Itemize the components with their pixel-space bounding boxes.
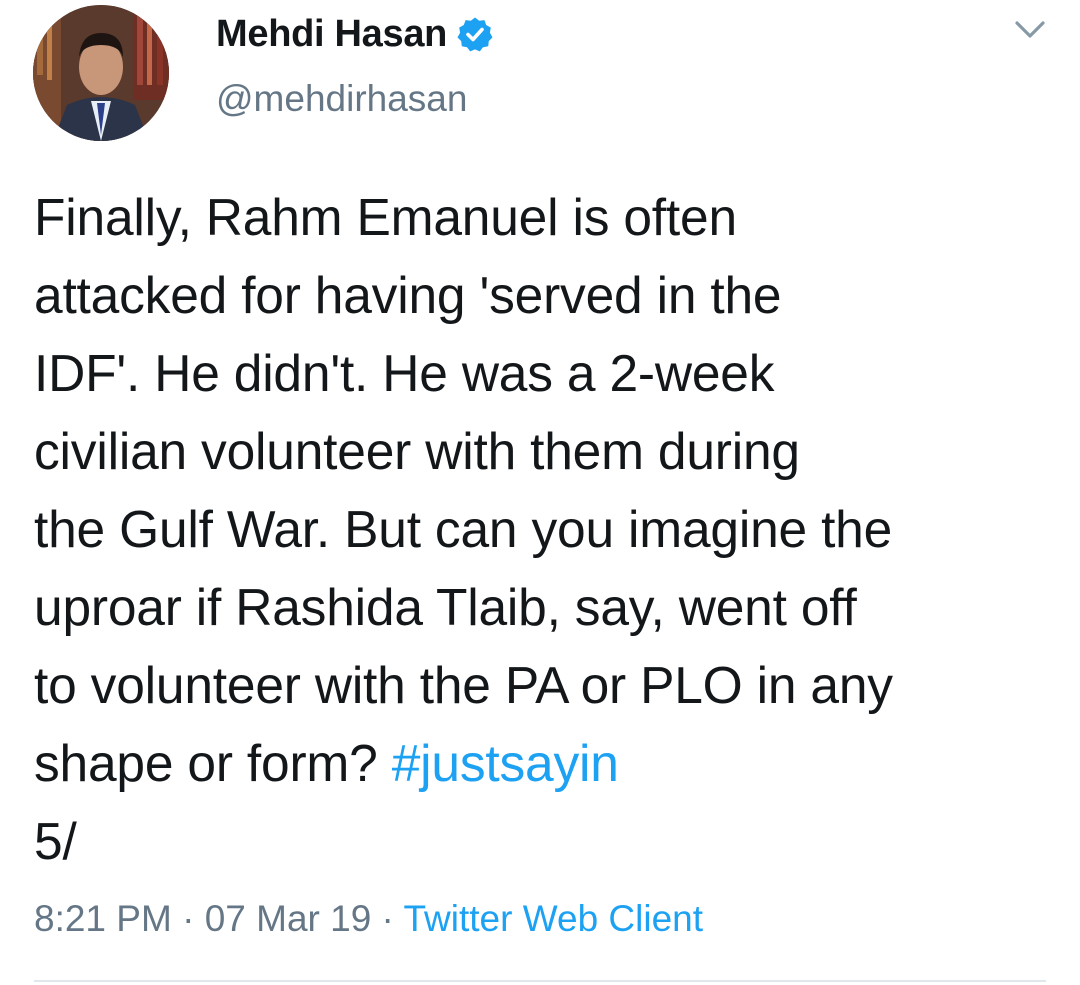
tweet-line-last: shape or form? #justsayin <box>34 724 1064 802</box>
tweet-line: to volunteer with the PA or PLO in any <box>34 656 893 714</box>
meta-separator: · <box>371 898 404 939</box>
tweet-time[interactable]: 8:21 PM <box>34 898 172 939</box>
avatar[interactable] <box>33 5 169 141</box>
tweet-line: the Gulf War. But can you imagine the <box>34 500 893 558</box>
tweet-line: IDF'. He didn't. He was a 2-week <box>34 344 775 402</box>
client-link[interactable]: Twitter Web Client <box>404 898 704 939</box>
hashtag-link[interactable]: #justsayin <box>392 734 619 792</box>
tweet-text: Finally, Rahm Emanuel is often attacked … <box>34 178 1064 880</box>
tweet-date[interactable]: 07 Mar 19 <box>205 898 372 939</box>
meta-separator: · <box>171 898 205 939</box>
tweet-line: attacked for having 'served in the <box>34 266 782 324</box>
tweet-line-last-text: shape or form? <box>34 734 392 792</box>
chevron-down-icon[interactable] <box>1013 18 1047 42</box>
verified-badge-icon <box>457 17 493 52</box>
divider <box>34 980 1046 982</box>
tweet-meta: 8:21 PM · 07 Mar 19 · Twitter Web Client <box>34 898 703 940</box>
author-name-row[interactable]: Mehdi Hasan <box>216 12 493 56</box>
tweet-line: civilian volunteer with them during <box>34 422 800 480</box>
thread-marker: 5/ <box>34 812 77 870</box>
tweet-line: Finally, Rahm Emanuel is often <box>34 188 737 246</box>
tweet-line: uproar if Rashida Tlaib, say, went off <box>34 578 857 636</box>
author-display-name[interactable]: Mehdi Hasan <box>216 13 447 56</box>
author-handle[interactable]: @mehdirhasan <box>216 78 467 120</box>
